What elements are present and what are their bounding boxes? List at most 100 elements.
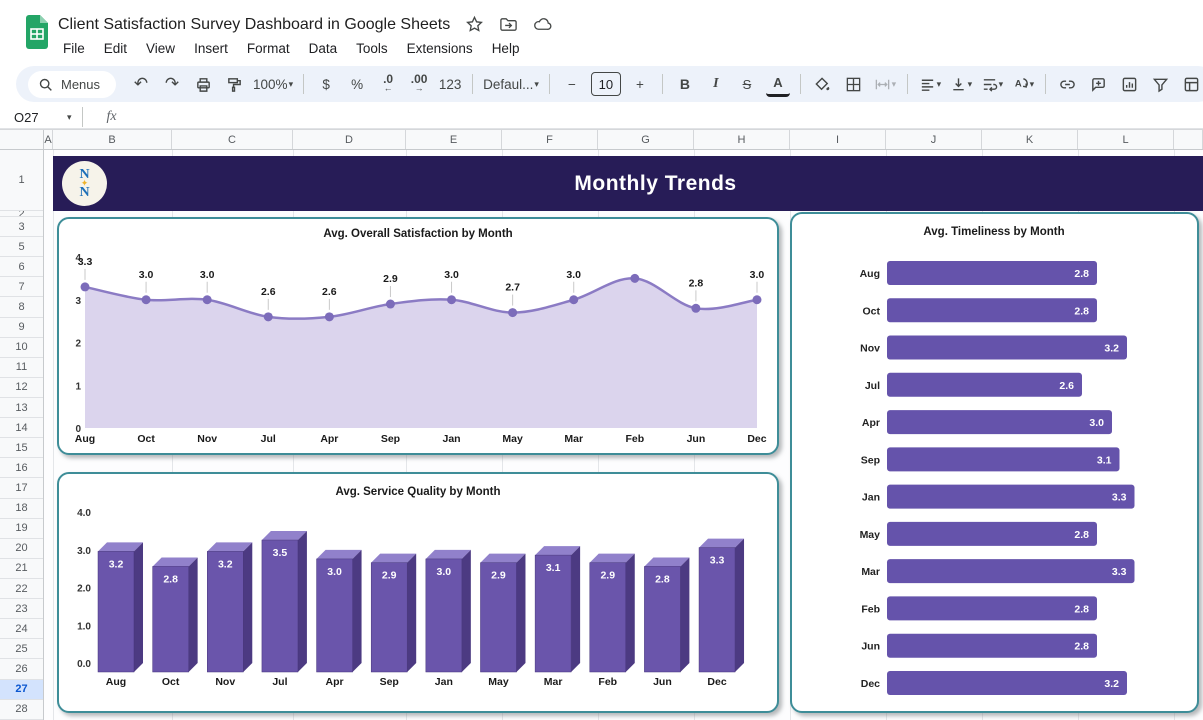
undo-button[interactable]: ↶ xyxy=(129,71,153,97)
svg-text:Mar: Mar xyxy=(564,433,583,445)
column-header-L[interactable]: L xyxy=(1078,130,1174,149)
text-color-button[interactable]: A xyxy=(766,71,790,97)
chart-satisfaction-card[interactable]: Avg. Overall Satisfaction by Month432103… xyxy=(57,217,779,455)
svg-text:Sep: Sep xyxy=(861,454,880,466)
fill-color-button[interactable] xyxy=(811,71,835,97)
column-header-H[interactable]: H xyxy=(694,130,790,149)
row-header-21[interactable]: 21 xyxy=(0,559,43,579)
row-header-9[interactable]: 9 xyxy=(0,318,43,338)
row-header-8[interactable]: 8 xyxy=(0,297,43,317)
italic-button[interactable]: I xyxy=(704,71,728,97)
print-button[interactable] xyxy=(191,71,215,97)
menu-format[interactable]: Format xyxy=(240,39,297,58)
row-header-19[interactable]: 19 xyxy=(0,519,43,539)
row-header-10[interactable]: 10 xyxy=(0,338,43,358)
bold-button[interactable]: B xyxy=(673,71,697,97)
more-formats-button[interactable]: 123 xyxy=(438,71,462,97)
paint-format-button[interactable] xyxy=(222,71,246,97)
row-header-11[interactable]: 11 xyxy=(0,358,43,378)
create-filter-button[interactable] xyxy=(1149,71,1173,97)
column-header-D[interactable]: D xyxy=(293,130,406,149)
decrease-font-size-button[interactable]: − xyxy=(560,71,584,97)
row-header-28[interactable]: 28 xyxy=(0,700,43,720)
increase-decimal-button[interactable]: .00→ xyxy=(407,71,431,97)
font-select[interactable]: Defaul...▾ xyxy=(483,71,539,97)
row-header-20[interactable]: 20 xyxy=(0,539,43,559)
name-box-caret-icon[interactable]: ▾ xyxy=(67,112,72,123)
merge-cells-button[interactable]: ▾ xyxy=(873,71,897,97)
redo-button[interactable]: ↷ xyxy=(160,71,184,97)
row-header-27[interactable]: 27 xyxy=(0,680,43,700)
row-header-23[interactable]: 23 xyxy=(0,599,43,619)
svg-text:Apr: Apr xyxy=(326,676,344,688)
column-header-partial[interactable] xyxy=(1174,130,1203,149)
menus-search[interactable]: Menus xyxy=(28,71,116,98)
svg-text:Aug: Aug xyxy=(106,676,126,688)
row-header-14[interactable]: 14 xyxy=(0,418,43,438)
menu-tools[interactable]: Tools xyxy=(349,39,395,58)
insert-comment-button[interactable] xyxy=(1087,71,1111,97)
cloud-status-icon[interactable] xyxy=(533,15,552,34)
row-header-15[interactable]: 15 xyxy=(0,438,43,458)
chart-service-quality-card[interactable]: Avg. Service Quality by Month4.03.02.01.… xyxy=(57,472,779,713)
column-header-J[interactable]: J xyxy=(886,130,982,149)
column-header-A[interactable]: A xyxy=(44,130,53,149)
column-header-B[interactable]: B xyxy=(53,130,172,149)
sheets-logo-icon[interactable] xyxy=(24,15,50,49)
row-header-12[interactable]: 12 xyxy=(0,378,43,398)
menu-edit[interactable]: Edit xyxy=(97,39,134,58)
column-header-E[interactable]: E xyxy=(406,130,502,149)
column-header-I[interactable]: I xyxy=(790,130,886,149)
borders-button[interactable] xyxy=(842,71,866,97)
column-header-C[interactable]: C xyxy=(172,130,293,149)
insert-link-button[interactable] xyxy=(1056,71,1080,97)
menu-help[interactable]: Help xyxy=(485,39,527,58)
row-header-17[interactable]: 17 xyxy=(0,478,43,498)
row-header-5[interactable]: 5 xyxy=(0,237,43,257)
row-header-6[interactable]: 6 xyxy=(0,257,43,277)
row-header-25[interactable]: 25 xyxy=(0,639,43,659)
document-title[interactable]: Client Satisfaction Survey Dashboard in … xyxy=(58,16,450,34)
select-all-corner[interactable] xyxy=(0,130,44,149)
filter-views-button[interactable] xyxy=(1180,71,1203,97)
sheet-canvas[interactable]: N ✦ N Monthly Trends Avg. Overall Satisf… xyxy=(44,150,1203,720)
svg-text:3.0: 3.0 xyxy=(1089,417,1104,429)
row-header-18[interactable]: 18 xyxy=(0,499,43,519)
format-currency-button[interactable]: $ xyxy=(314,71,338,97)
column-header-G[interactable]: G xyxy=(598,130,694,149)
row-header-16[interactable]: 16 xyxy=(0,458,43,478)
row-header-24[interactable]: 24 xyxy=(0,619,43,639)
column-header-F[interactable]: F xyxy=(502,130,598,149)
star-icon[interactable] xyxy=(465,15,484,34)
text-rotation-button[interactable]: A ▾ xyxy=(1011,71,1035,97)
increase-font-size-button[interactable]: + xyxy=(628,71,652,97)
decrease-decimal-button[interactable]: .0← xyxy=(376,71,400,97)
menu-extensions[interactable]: Extensions xyxy=(400,39,480,58)
row-header-13[interactable]: 13 xyxy=(0,398,43,418)
menu-insert[interactable]: Insert xyxy=(187,39,235,58)
menu-view[interactable]: View xyxy=(139,39,182,58)
column-headers: ABCDEFGHIJKL xyxy=(0,129,1203,150)
column-header-K[interactable]: K xyxy=(982,130,1078,149)
font-size-input[interactable]: 10 xyxy=(591,72,621,96)
zoom-select[interactable]: 100%▾ xyxy=(253,71,293,97)
divider xyxy=(472,74,473,94)
move-folder-icon[interactable] xyxy=(499,15,518,34)
text-wrap-button[interactable]: ▾ xyxy=(980,71,1004,97)
insert-chart-button[interactable] xyxy=(1118,71,1142,97)
format-percent-button[interactable]: % xyxy=(345,71,369,97)
svg-text:Feb: Feb xyxy=(625,433,644,445)
name-box[interactable]: O27 xyxy=(0,110,66,125)
row-header-22[interactable]: 22 xyxy=(0,579,43,599)
row-header-3[interactable]: 3 xyxy=(0,217,43,237)
row-header-26[interactable]: 26 xyxy=(0,659,43,679)
svg-text:2.7: 2.7 xyxy=(505,282,520,294)
strikethrough-button[interactable]: S xyxy=(735,71,759,97)
vertical-align-button[interactable]: ▾ xyxy=(949,71,973,97)
menu-data[interactable]: Data xyxy=(302,39,345,58)
row-header-7[interactable]: 7 xyxy=(0,277,43,297)
menu-file[interactable]: File xyxy=(56,39,92,58)
row-header-1[interactable]: 1 xyxy=(0,150,43,211)
horizontal-align-button[interactable]: ▾ xyxy=(918,71,942,97)
chart-timeliness-card[interactable]: Avg. Timeliness by MonthAug2.8Oct2.8Nov3… xyxy=(790,212,1199,713)
